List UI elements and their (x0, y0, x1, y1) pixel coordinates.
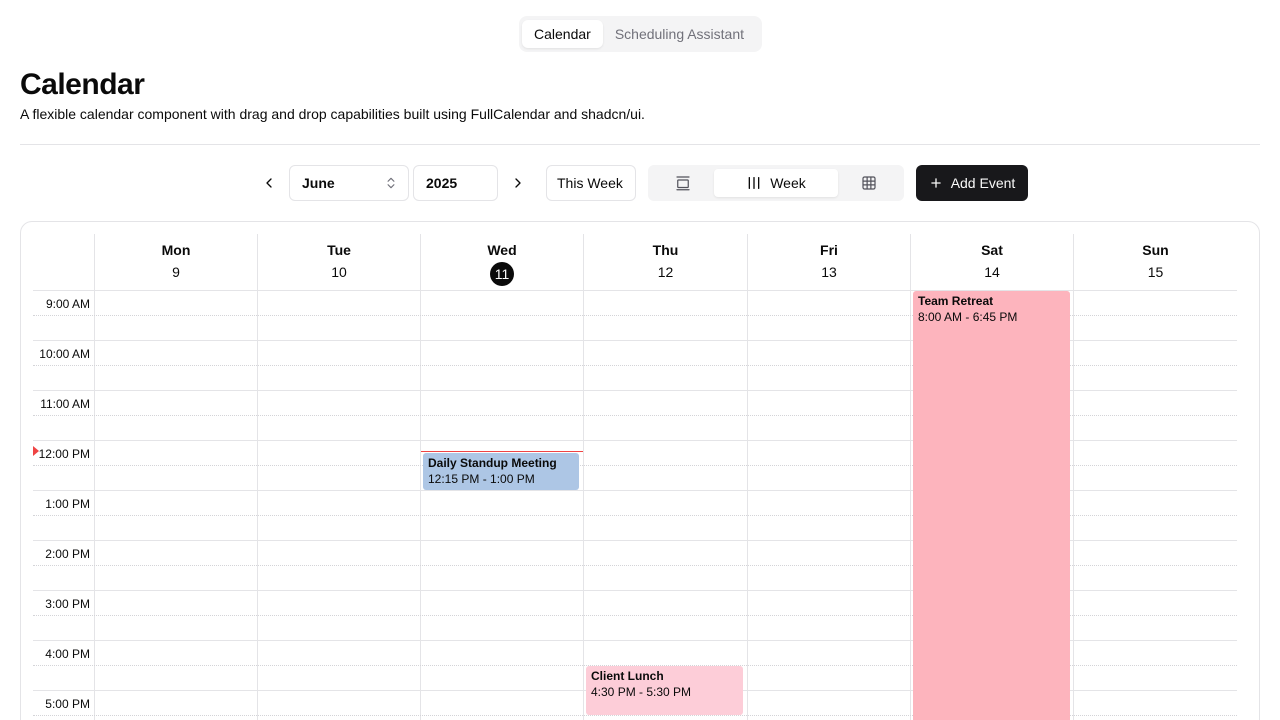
day-name: Sat (981, 242, 1003, 258)
event-title: Daily Standup Meeting (428, 456, 557, 470)
time-label: 12:00 PM (38, 447, 90, 461)
plus-icon (930, 178, 941, 188)
column-divider (94, 234, 95, 720)
event-time: 8:00 AM - 6:45 PM (918, 310, 1018, 324)
day-name: Mon (161, 242, 191, 258)
column-divider (583, 234, 584, 720)
next-week-button[interactable] (505, 170, 531, 196)
top-tab-list: Calendar Scheduling Assistant (519, 16, 762, 52)
add-event-label: Add Event (950, 175, 1016, 191)
time-label: 1:00 PM (45, 497, 90, 511)
calendar-card (20, 221, 1260, 720)
day-header-tue[interactable]: Tue 10 (258, 234, 420, 291)
day-view-icon (676, 176, 690, 191)
time-label: 5:00 PM (45, 697, 90, 711)
column-divider (910, 234, 911, 720)
day-view-button[interactable] (652, 169, 714, 197)
view-toggle-group: Week (648, 165, 904, 201)
column-divider (1073, 234, 1074, 720)
day-number: 12 (657, 264, 674, 280)
day-header-sun[interactable]: Sun 15 (1074, 234, 1237, 291)
time-label: 9:00 AM (45, 297, 90, 311)
week-view-button[interactable]: Week (714, 169, 838, 197)
event-title: Client Lunch (591, 669, 664, 683)
time-label: 4:00 PM (45, 647, 90, 661)
chevrons-up-down-icon (387, 177, 395, 189)
previous-week-button[interactable] (256, 170, 282, 196)
month-view-icon (862, 176, 876, 190)
tab-scheduling-assistant[interactable]: Scheduling Assistant (603, 20, 756, 48)
event-team-retreat[interactable]: Team Retreat 8:00 AM - 6:45 PM (913, 291, 1070, 720)
month-view-button[interactable] (838, 169, 900, 197)
time-label: 2:00 PM (45, 547, 90, 561)
day-name: Sun (1142, 242, 1169, 258)
month-select[interactable]: June (289, 165, 409, 201)
this-week-button[interactable]: This Week (546, 165, 636, 201)
month-select-value: June (302, 175, 335, 191)
page-description: A flexible calendar component with drag … (20, 106, 645, 122)
year-select-value: 2025 (426, 175, 458, 191)
event-title: Team Retreat (918, 294, 994, 308)
day-number: 15 (1147, 264, 1164, 280)
day-name: Thu (652, 242, 679, 258)
now-indicator-line (421, 451, 583, 452)
chevron-left-icon (266, 178, 272, 188)
day-header-thu[interactable]: Thu 12 (584, 234, 747, 291)
week-view-label: Week (770, 175, 806, 191)
day-name: Fri (820, 242, 838, 258)
week-view-icon (748, 177, 760, 189)
event-client-lunch[interactable]: Client Lunch 4:30 PM - 5:30 PM (586, 666, 743, 715)
column-divider (257, 234, 258, 720)
page-title: Calendar (20, 68, 145, 101)
year-select[interactable]: 2025 (413, 165, 498, 201)
time-label: 10:00 AM (39, 347, 90, 361)
day-header-sat[interactable]: Sat 14 (911, 234, 1073, 291)
event-time: 12:15 PM - 1:00 PM (428, 472, 535, 486)
event-daily-standup-meeting[interactable]: Daily Standup Meeting 12:15 PM - 1:00 PM (423, 453, 579, 490)
day-number: 14 (984, 264, 1000, 280)
tab-calendar[interactable]: Calendar (522, 20, 603, 48)
day-header-wed[interactable]: Wed 11 (421, 234, 583, 291)
day-header-fri[interactable]: Fri 13 (748, 234, 910, 291)
time-label: 11:00 AM (40, 397, 90, 411)
day-header-mon[interactable]: Mon 9 (95, 234, 257, 291)
header-divider (20, 144, 1260, 145)
column-divider (747, 234, 748, 720)
day-name: Wed (487, 242, 517, 258)
day-number: 10 (331, 264, 347, 280)
add-event-button[interactable]: Add Event (916, 165, 1028, 201)
day-number: 13 (821, 264, 837, 280)
time-label: 3:00 PM (45, 597, 90, 611)
now-indicator-arrow (33, 446, 39, 456)
day-name: Tue (327, 242, 351, 258)
day-number: 9 (172, 264, 180, 280)
event-time: 4:30 PM - 5:30 PM (591, 685, 692, 699)
today-day-number: 11 (490, 262, 514, 286)
column-divider (420, 234, 421, 720)
chevron-right-icon (515, 178, 521, 188)
